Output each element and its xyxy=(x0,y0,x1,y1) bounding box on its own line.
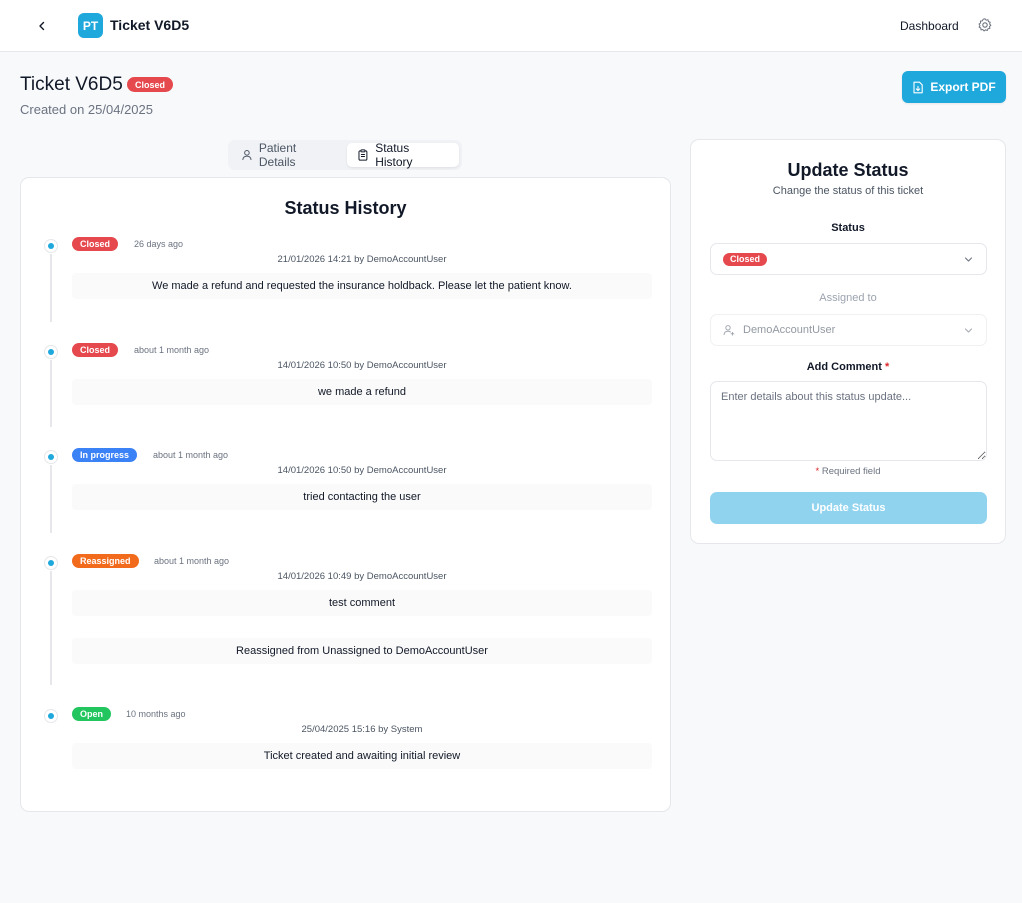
timeline-line xyxy=(50,254,52,322)
export-pdf-button[interactable]: Export PDF xyxy=(902,71,1006,103)
tab-bar: Patient Details Status History xyxy=(228,140,462,170)
entry-message: we made a refund xyxy=(72,379,652,405)
timeline-dot-icon xyxy=(44,450,58,464)
chevron-down-icon xyxy=(964,328,973,333)
file-download-icon xyxy=(913,81,924,93)
required-note-text: Required field xyxy=(821,466,881,477)
status-history-card: Status History Closed 26 days ago 21/01/… xyxy=(20,177,671,812)
chevron-down-icon xyxy=(964,257,973,262)
status-select[interactable]: Closed xyxy=(710,243,987,275)
timeline-dot-icon xyxy=(44,239,58,253)
status-badge: Closed xyxy=(127,77,174,92)
entry-status-badge: In progress xyxy=(72,448,138,462)
update-status-subtitle: Change the status of this ticket xyxy=(772,185,924,197)
entry-meta: 14/01/2026 10:50 by DemoAccountUser xyxy=(277,465,447,476)
comment-label-text: Add Comment xyxy=(806,361,882,373)
update-status-button[interactable]: Update Status xyxy=(710,492,987,524)
back-button[interactable] xyxy=(30,14,54,38)
assigned-select-value: DemoAccountUser xyxy=(743,324,836,336)
update-status-card: Update Status Change the status of this … xyxy=(690,139,1006,544)
settings-button[interactable] xyxy=(977,17,993,33)
timeline-dot-icon xyxy=(44,345,58,359)
tab-status-history-label: Status History xyxy=(375,141,413,169)
user-plus-icon xyxy=(723,325,735,336)
entry-relative-time: 26 days ago xyxy=(134,239,184,249)
timeline-dot-icon xyxy=(44,709,58,723)
entry-meta: 21/01/2026 14:21 by DemoAccountUser xyxy=(277,254,447,265)
entry-meta: 14/01/2026 10:49 by DemoAccountUser xyxy=(277,571,447,582)
assigned-field-label: Assigned to xyxy=(819,292,877,304)
top-bar: PT Ticket V6D5 Dashboard xyxy=(0,0,1022,52)
entry-relative-time: about 1 month ago xyxy=(154,556,230,566)
entry-message: Reassigned from Unassigned to DemoAccoun… xyxy=(72,638,652,664)
status-field-label: Status xyxy=(831,222,865,234)
tab-patient-details[interactable]: Patient Details xyxy=(231,141,345,169)
timeline-dot-icon xyxy=(44,556,58,570)
entry-meta: 25/04/2025 15:16 by System xyxy=(301,724,423,735)
status-select-value: Closed xyxy=(723,252,768,266)
timeline-line xyxy=(50,465,52,533)
comment-field-label: Add Comment * xyxy=(691,361,1005,373)
export-pdf-label: Export PDF xyxy=(930,80,996,94)
entry-relative-time: about 1 month ago xyxy=(134,345,210,355)
created-on-text: Created on 25/04/2025 xyxy=(20,102,153,117)
update-status-title: Update Status xyxy=(787,160,909,180)
tab-patient-details-label: Patient Details xyxy=(258,141,297,169)
entry-relative-time: 10 months ago xyxy=(126,709,186,719)
entry-message: We made a refund and requested the insur… xyxy=(72,273,652,299)
user-icon xyxy=(242,150,252,161)
entry-status-badge: Open xyxy=(72,707,112,721)
tab-status-history[interactable]: Status History xyxy=(347,141,459,169)
app-logo[interactable]: PT xyxy=(78,13,103,38)
entry-status-badge: Closed xyxy=(72,343,119,357)
timeline-line xyxy=(50,571,52,685)
assigned-select[interactable]: DemoAccountUser xyxy=(710,314,987,346)
gear-icon xyxy=(978,18,992,32)
entry-meta: 14/01/2026 10:50 by DemoAccountUser xyxy=(277,360,447,371)
required-asterisk: * xyxy=(884,361,890,373)
entry-message: test comment xyxy=(72,590,652,616)
entry-message: Ticket created and awaiting initial revi… xyxy=(72,743,652,769)
timeline-line xyxy=(50,360,52,427)
page-title: Ticket V6D5 xyxy=(20,74,123,95)
entry-relative-time: about 1 month ago xyxy=(153,450,229,460)
app-title: Ticket V6D5 xyxy=(110,17,190,33)
entry-message: tried contacting the user xyxy=(72,484,652,510)
entry-status-badge: Closed xyxy=(72,237,119,251)
clipboard-icon xyxy=(358,149,368,161)
comment-textarea[interactable] xyxy=(710,381,987,461)
nav-dashboard-link[interactable]: Dashboard xyxy=(900,19,959,33)
required-field-note: * Required field xyxy=(691,466,1005,477)
required-asterisk: * xyxy=(815,466,820,477)
entry-status-badge: Reassigned xyxy=(72,554,139,568)
chevron-left-icon xyxy=(39,21,45,31)
status-history-title: Status History xyxy=(284,198,407,218)
